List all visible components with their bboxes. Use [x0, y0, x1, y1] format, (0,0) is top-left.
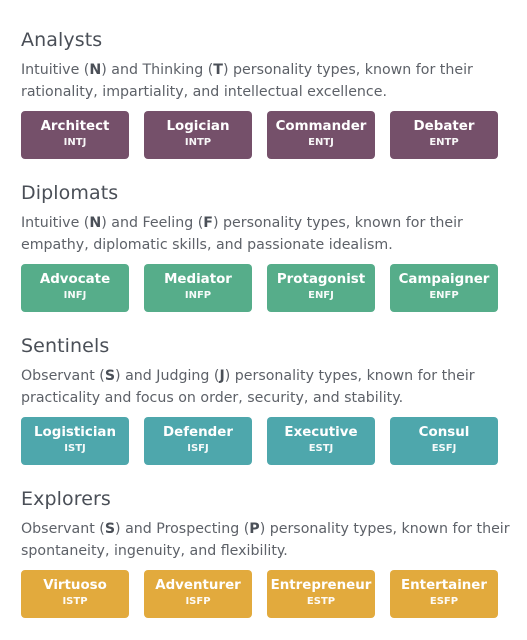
type-code: INTP: [184, 137, 212, 148]
type-code: ESFP: [429, 596, 459, 607]
type-name: Virtuoso: [43, 578, 107, 593]
type-card-consul[interactable]: Consul ESFJ: [390, 417, 498, 465]
type-code: ISFP: [185, 596, 211, 607]
type-name: Consul: [418, 425, 470, 440]
type-name: Protagonist: [276, 272, 366, 287]
type-card-logistician[interactable]: Logistician ISTJ: [21, 417, 129, 465]
group-analysts: Analysts Intuitive (N) and Thinking (T) …: [21, 29, 527, 159]
type-card-row: Architect INTJ Logician INTP Commander E…: [21, 111, 498, 159]
personality-types-page: Analysts Intuitive (N) and Thinking (T) …: [0, 0, 527, 640]
type-name: Entertainer: [400, 578, 487, 593]
group-title: Explorers: [21, 488, 111, 510]
type-card-adventurer[interactable]: Adventurer ISFP: [144, 570, 252, 618]
type-code: ISTP: [62, 596, 88, 607]
group-description: Intuitive (N) and Thinking (T) personali…: [21, 62, 473, 100]
group-description: Observant (S) and Judging (J) personalit…: [21, 368, 475, 406]
type-code: ESTJ: [308, 443, 334, 454]
type-name: Adventurer: [155, 578, 241, 593]
type-code: ESTP: [306, 596, 336, 607]
type-code: ISFJ: [187, 443, 209, 454]
type-card-defender[interactable]: Defender ISFJ: [144, 417, 252, 465]
type-name: Logician: [166, 119, 230, 134]
type-name: Executive: [284, 425, 358, 440]
group-title: Sentinels: [21, 335, 110, 357]
group-description: Intuitive (N) and Feeling (F) personalit…: [21, 215, 463, 253]
type-card-architect[interactable]: Architect INTJ: [21, 111, 129, 159]
type-card-executive[interactable]: Executive ESTJ: [267, 417, 375, 465]
type-code: INTJ: [63, 137, 87, 148]
type-code: ENTJ: [308, 137, 334, 148]
type-code: ENFP: [429, 290, 459, 301]
group-sentinels: Sentinels Observant (S) and Judging (J) …: [21, 335, 527, 465]
type-code: ESFJ: [431, 443, 457, 454]
type-card-entrepreneur[interactable]: Entrepreneur ESTP: [267, 570, 375, 618]
type-card-debater[interactable]: Debater ENTP: [390, 111, 498, 159]
type-name: Mediator: [164, 272, 232, 287]
type-card-logician[interactable]: Logician INTP: [144, 111, 252, 159]
type-code: INFJ: [63, 290, 87, 301]
type-name: Debater: [413, 119, 475, 134]
type-code: ENTP: [429, 137, 459, 148]
type-code: INFP: [184, 290, 212, 301]
type-card-commander[interactable]: Commander ENTJ: [267, 111, 375, 159]
group-title: Analysts: [21, 29, 103, 51]
group-title: Diplomats: [21, 182, 119, 204]
type-name: Entrepreneur: [270, 578, 372, 593]
type-card-row: Virtuoso ISTP Adventurer ISFP Entreprene…: [21, 570, 498, 618]
type-card-mediator[interactable]: Mediator INFP: [144, 264, 252, 312]
group-explorers: Explorers Observant (S) and Prospecting …: [21, 488, 527, 618]
type-name: Logistician: [34, 425, 116, 440]
type-card-virtuoso[interactable]: Virtuoso ISTP: [21, 570, 129, 618]
type-card-row: Advocate INFJ Mediator INFP Protagonist …: [21, 264, 498, 312]
type-name: Defender: [163, 425, 233, 440]
group-description: Observant (S) and Prospecting (P) person…: [21, 521, 510, 559]
group-diplomats: Diplomats Intuitive (N) and Feeling (F) …: [21, 182, 527, 312]
type-card-row: Logistician ISTJ Defender ISFJ Executive…: [21, 417, 498, 465]
type-name: Campaigner: [398, 272, 490, 287]
type-name: Architect: [40, 119, 110, 134]
type-code: ENFJ: [308, 290, 334, 301]
type-card-advocate[interactable]: Advocate INFJ: [21, 264, 129, 312]
type-name: Commander: [275, 119, 367, 134]
type-card-campaigner[interactable]: Campaigner ENFP: [390, 264, 498, 312]
type-name: Advocate: [39, 272, 111, 287]
type-card-protagonist[interactable]: Protagonist ENFJ: [267, 264, 375, 312]
type-code: ISTJ: [64, 443, 86, 454]
type-card-entertainer[interactable]: Entertainer ESFP: [390, 570, 498, 618]
